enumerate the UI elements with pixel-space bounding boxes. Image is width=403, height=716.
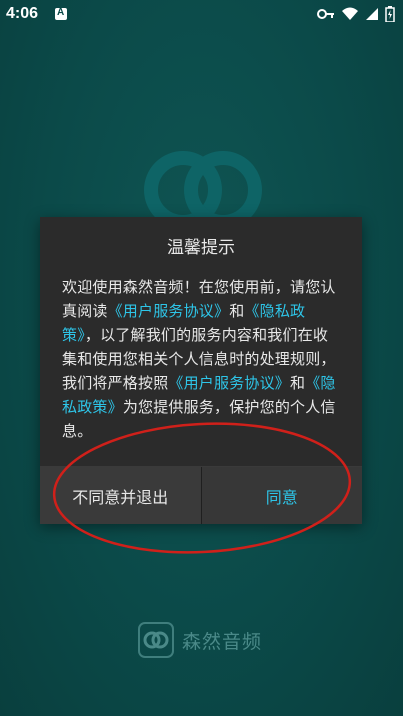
message-text: 和 [229, 302, 245, 320]
footer-brand: 森然音频 [138, 622, 262, 658]
dialog-message: 欢迎使用森然音频！在您使用前，请您认真阅读《用户服务协议》和《隐私政策》，以了解… [62, 275, 342, 443]
signal-icon [366, 8, 378, 20]
key-icon [317, 9, 334, 19]
agree-button[interactable]: 同意 [201, 467, 362, 524]
disagree-exit-button[interactable]: 不同意并退出 [40, 467, 202, 524]
notification-icon: A [55, 7, 67, 20]
dialog-title: 温馨提示 [167, 238, 235, 258]
brand-logo-icon [138, 622, 174, 658]
dialog-buttons: 不同意并退出 同意 [40, 466, 362, 524]
user-agreement-link[interactable]: 《用户服务协议》 [168, 374, 290, 392]
wifi-icon [342, 7, 358, 20]
status-time: 4:06 [6, 5, 39, 22]
brand-name: 森然音频 [182, 630, 263, 653]
battery-icon [385, 6, 395, 22]
privacy-dialog: 温馨提示 欢迎使用森然音频！在您使用前，请您认真阅读《用户服务协议》和《隐私政策… [40, 217, 362, 524]
system-icons [317, 6, 395, 22]
status-bar: 4:06 A [0, 0, 403, 30]
notification-glyph: A [57, 7, 65, 18]
message-text: 和 [290, 374, 306, 392]
user-agreement-link[interactable]: 《用户服务协议》 [108, 302, 230, 320]
